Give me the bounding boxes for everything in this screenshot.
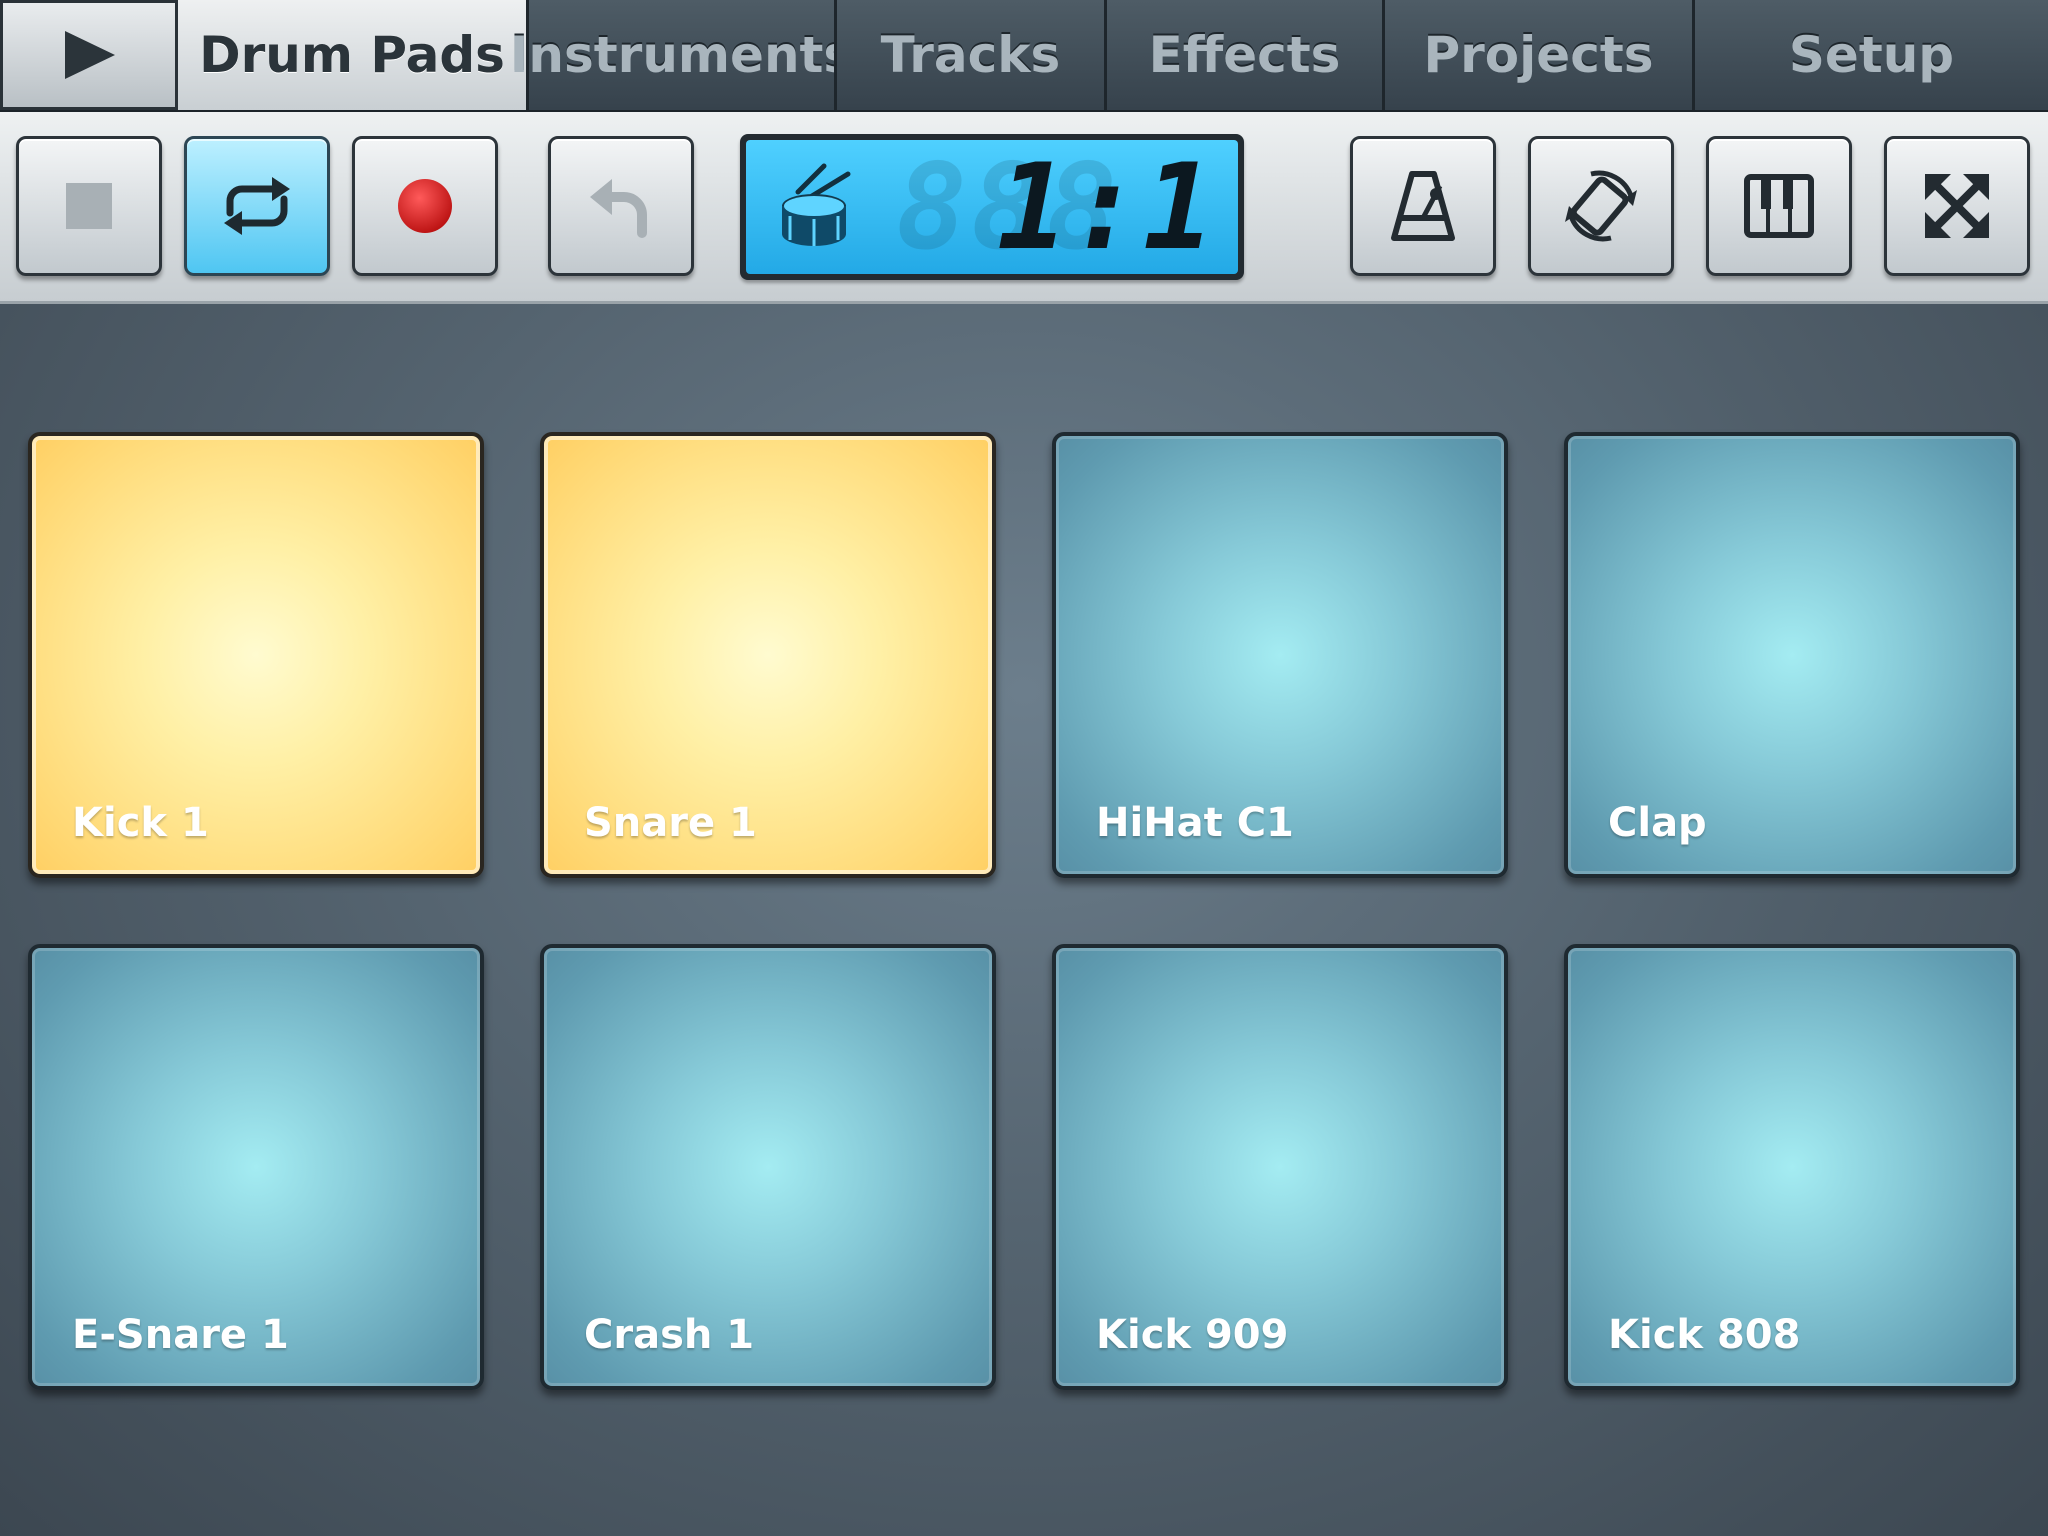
drum-pad-snare-1[interactable]: Snare 1 [540,432,996,878]
pad-label: Kick 808 [1608,1312,1801,1358]
keyboard-button[interactable] [1706,136,1852,276]
tab-label: Drum Pads [199,26,505,84]
loop-icon [224,177,290,235]
record-button[interactable] [352,136,498,276]
tab-instruments[interactable]: Instruments [510,0,853,110]
position-display[interactable]: 888 1:1 [740,134,1244,280]
drum-pad-kick-1[interactable]: Kick 1 [28,432,484,878]
piano-keys-icon [1744,174,1814,238]
rotate-icon [1565,170,1637,242]
drum-icon [782,163,851,246]
pad-label: Snare 1 [584,800,757,846]
tab-drum-pads[interactable]: Drum Pads [178,0,526,110]
drum-pad-e-snare-1[interactable]: E-Snare 1 [28,944,484,1390]
stop-button[interactable] [16,136,162,276]
undo-icon [590,179,647,238]
expand-icon [1925,174,1989,238]
undo-button[interactable] [548,136,694,276]
pad-label: Kick 909 [1096,1312,1289,1358]
pad-label: E-Snare 1 [72,1312,289,1358]
song-position: 1:1 [996,140,1216,274]
pad-label: HiHat C1 [1096,800,1294,846]
tab-label: Projects [1423,26,1654,84]
metronome-icon [1391,171,1455,241]
tab-tracks[interactable]: Tracks [834,0,1104,110]
drum-pad-kick-808[interactable]: Kick 808 [1564,944,2020,1390]
tab-setup[interactable]: Setup [1692,0,2048,110]
lcd-screen: 888 1:1 [746,140,1238,274]
tab-label: Instruments [509,26,854,84]
drum-pad-crash-1[interactable]: Crash 1 [540,944,996,1390]
pad-label: Clap [1608,800,1707,846]
tab-bar: Drum Pads Instruments Tracks Effects Pro… [0,0,2048,112]
tab-label: Tracks [880,26,1061,84]
tab-projects[interactable]: Projects [1382,0,1692,110]
transport-toolbar: 888 1:1 [0,112,2048,304]
stop-icon [66,183,112,229]
rotate-button[interactable] [1528,136,1674,276]
drum-pad-hihat-c1[interactable]: HiHat C1 [1052,432,1508,878]
metronome-button[interactable] [1350,136,1496,276]
tab-label: Effects [1148,26,1341,84]
tab-effects[interactable]: Effects [1104,0,1382,110]
drum-pad-clap[interactable]: Clap [1564,432,2020,878]
drum-pad-kick-909[interactable]: Kick 909 [1052,944,1508,1390]
record-icon [398,179,452,233]
pad-label: Kick 1 [72,800,209,846]
pad-label: Crash 1 [584,1312,755,1358]
tab-label: Setup [1788,26,1955,84]
play-icon [65,31,115,79]
loop-button[interactable] [184,136,330,276]
play-button[interactable] [0,0,178,110]
fullscreen-button[interactable] [1884,136,2030,276]
